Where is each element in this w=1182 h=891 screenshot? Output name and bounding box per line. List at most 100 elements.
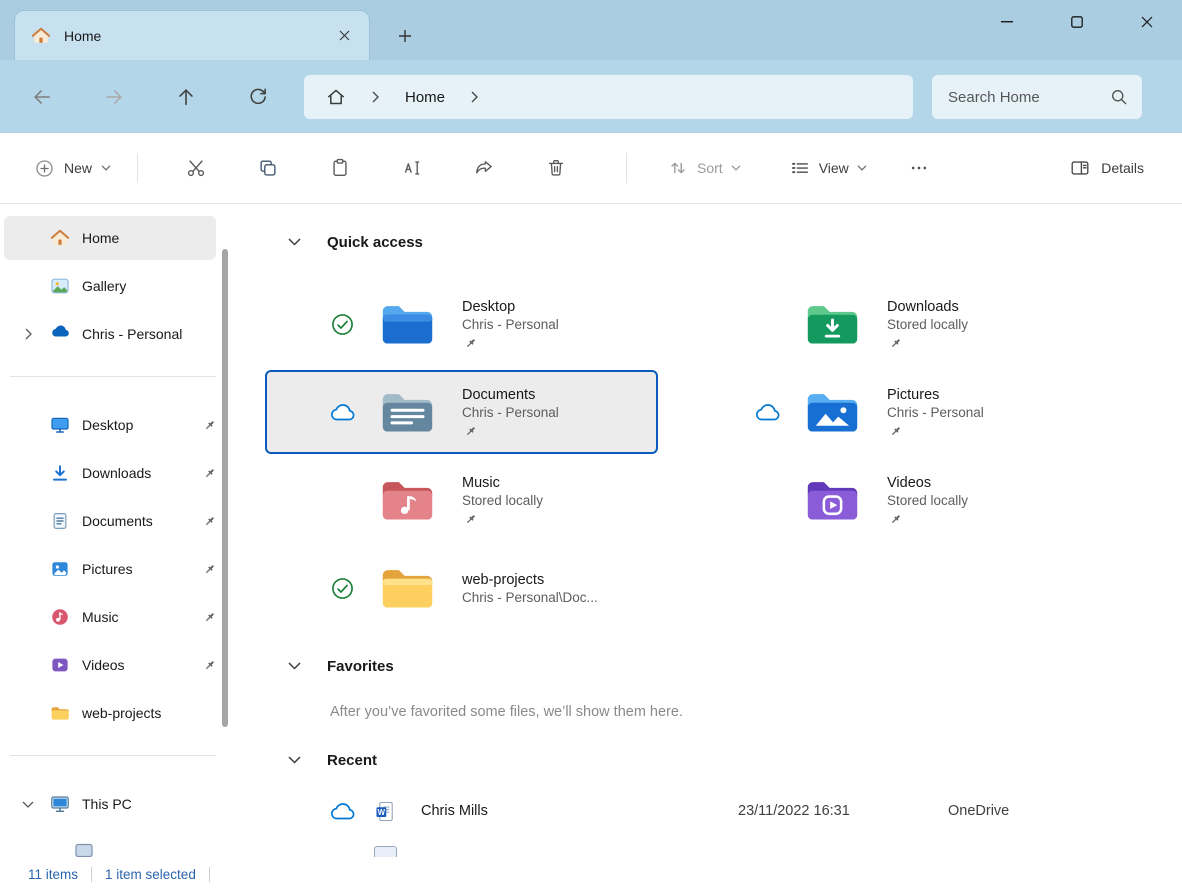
tab-close-icon[interactable] <box>331 23 357 49</box>
home-icon[interactable] <box>326 87 346 107</box>
search-icon[interactable] <box>1110 88 1128 106</box>
cut-button[interactable] <box>174 146 218 190</box>
copy-button[interactable] <box>246 146 290 190</box>
toolbar-divider <box>137 153 138 183</box>
file-item-desktop[interactable]: Desktop Chris - Personal <box>265 282 658 366</box>
breadcrumb-item-home[interactable]: Home <box>405 89 445 106</box>
new-tab-button[interactable] <box>390 22 420 50</box>
clipped-recent-row[interactable] <box>232 846 1182 857</box>
item-subtitle: Stored locally <box>887 317 968 332</box>
pin-icon <box>889 337 902 350</box>
sidebar-item-videos[interactable]: Videos <box>4 643 216 687</box>
view-icon <box>789 157 811 179</box>
chevron-right-icon[interactable] <box>471 91 478 103</box>
folder-icon <box>379 565 436 611</box>
up-button[interactable] <box>166 77 206 117</box>
sidebar-item-documents[interactable]: Documents <box>4 499 216 543</box>
recent-file-row[interactable]: W Chris Mills 23/11/2022 16:31 OneDrive <box>232 788 1182 834</box>
section-recent[interactable]: Recent <box>288 746 1182 774</box>
sidebar-scrollbar[interactable] <box>222 249 228 727</box>
new-button[interactable]: New <box>28 146 117 190</box>
sort-label: Sort <box>697 160 723 176</box>
file-item-music[interactable]: Music Stored locally <box>265 458 658 542</box>
onedrive-cloud-icon <box>50 324 70 344</box>
forward-button[interactable] <box>94 77 134 117</box>
tab-title: Home <box>64 28 101 44</box>
cloud-status-icon <box>329 798 355 824</box>
sidebar-item-pictures[interactable]: Pictures <box>4 547 216 591</box>
chevron-down-icon[interactable] <box>288 238 301 246</box>
sidebar-item-downloads[interactable]: Downloads <box>4 451 216 495</box>
chevron-down-icon <box>101 165 111 171</box>
file-item-downloads[interactable]: Downloads Stored locally <box>690 282 1083 366</box>
chevron-right-icon[interactable] <box>18 324 38 344</box>
minimize-button[interactable] <box>972 0 1042 44</box>
chevron-right-icon[interactable] <box>372 91 379 103</box>
gallery-icon <box>50 276 70 296</box>
file-item-documents[interactable]: Documents Chris - Personal <box>265 370 658 454</box>
rename-button[interactable] <box>390 146 434 190</box>
maximize-button[interactable] <box>1042 0 1112 44</box>
sidebar-item-gallery[interactable]: Gallery <box>4 264 216 308</box>
item-name: Desktop <box>462 299 559 315</box>
chevron-down-icon[interactable] <box>288 756 301 764</box>
tab-home[interactable]: Home <box>14 10 370 60</box>
sidebar-item-desktop[interactable]: Desktop <box>4 403 216 447</box>
file-item-pictures[interactable]: Pictures Chris - Personal <box>690 370 1083 454</box>
section-title: Quick access <box>327 234 423 251</box>
sidebar-item-label: Downloads <box>82 465 151 481</box>
file-item-web-projects[interactable]: web-projects Chris - Personal\Doc... <box>265 546 658 630</box>
section-title: Favorites <box>327 658 394 675</box>
more-icon <box>909 158 929 178</box>
videos-folder-icon <box>804 477 861 523</box>
sidebar-item-web-projects[interactable]: web-projects <box>4 691 216 735</box>
pin-icon <box>889 513 902 526</box>
details-button[interactable]: Details <box>1061 146 1152 190</box>
search-input[interactable] <box>948 89 1110 106</box>
section-favorites[interactable]: Favorites <box>288 652 1182 680</box>
sidebar-item-label: Desktop <box>82 417 133 433</box>
sidebar-item-home[interactable]: Home <box>4 216 216 260</box>
pin-icon <box>203 563 216 576</box>
chevron-down-icon <box>731 165 741 171</box>
new-label: New <box>64 160 92 176</box>
details-label: Details <box>1101 160 1144 176</box>
more-options-button[interactable] <box>899 146 939 190</box>
breadcrumb[interactable]: Home <box>304 75 913 119</box>
section-quick-access[interactable]: Quick access <box>288 228 1182 256</box>
sort-button[interactable]: Sort <box>661 146 747 190</box>
synced-status-icon <box>329 575 355 601</box>
pin-icon <box>203 467 216 480</box>
sidebar-item-onedrive-personal[interactable]: Chris - Personal <box>4 312 216 356</box>
share-button[interactable] <box>462 146 506 190</box>
close-button[interactable] <box>1112 0 1182 44</box>
new-icon <box>34 158 55 179</box>
navigation-pane: Home Gallery Chris - Personal <box>0 204 232 857</box>
recent-file-location: OneDrive <box>948 803 1009 819</box>
quick-access-grid: Desktop Chris - Personal Downloads <box>265 282 1182 630</box>
chevron-down-icon[interactable] <box>18 794 38 814</box>
synced-status-icon <box>329 311 355 337</box>
view-button[interactable]: View <box>783 146 873 190</box>
file-item-videos[interactable]: Videos Stored locally <box>690 458 1083 542</box>
main-area: Home Gallery Chris - Personal <box>0 204 1182 857</box>
chevron-down-icon[interactable] <box>288 662 301 670</box>
search-box[interactable] <box>932 75 1142 119</box>
sidebar-item-this-pc[interactable]: This PC <box>4 782 216 826</box>
pictures-icon <box>50 559 70 579</box>
pictures-folder-icon <box>804 389 861 435</box>
sidebar-item-music[interactable]: Music <box>4 595 216 639</box>
section-title: Recent <box>327 752 377 769</box>
copy-icon <box>257 157 279 179</box>
downloads-folder-icon <box>804 301 861 347</box>
pin-icon <box>464 425 477 438</box>
cut-icon <box>185 157 207 179</box>
clipped-sidebar-item[interactable] <box>4 830 216 857</box>
back-button[interactable] <box>22 77 62 117</box>
pin-icon <box>464 513 477 526</box>
word-document-icon: W <box>374 800 397 823</box>
delete-button[interactable] <box>534 146 578 190</box>
paste-button[interactable] <box>318 146 362 190</box>
refresh-button[interactable] <box>238 77 278 117</box>
paste-icon <box>329 157 351 179</box>
